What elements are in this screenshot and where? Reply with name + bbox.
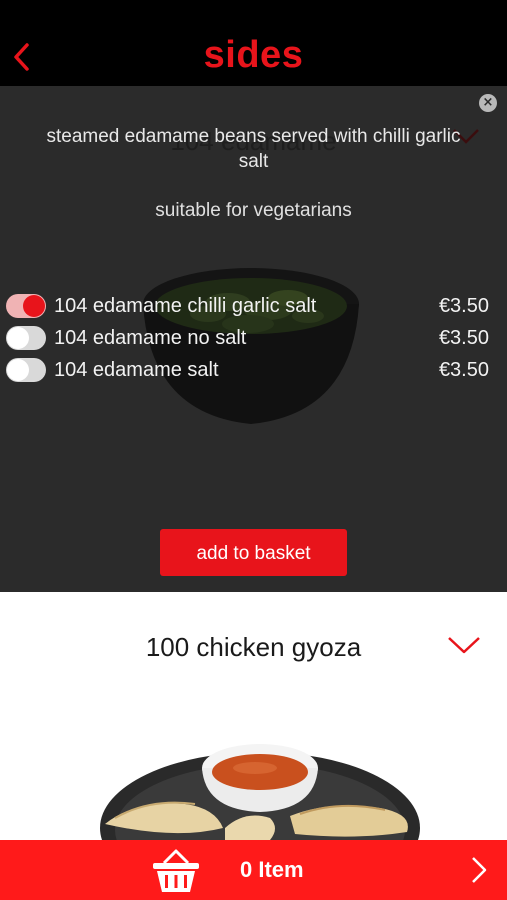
toggle-knob xyxy=(7,359,29,381)
chevron-down-icon[interactable] xyxy=(447,634,481,656)
option-toggle[interactable] xyxy=(6,294,46,318)
add-to-basket-button[interactable]: add to basket xyxy=(160,529,347,576)
item-title[interactable]: 100 chicken gyoza xyxy=(0,632,507,663)
gyoza-photo xyxy=(95,728,425,840)
close-button[interactable]: × xyxy=(479,94,497,112)
page-title: sides xyxy=(203,34,304,76)
item-description: steamed edamame beans served with chilli… xyxy=(46,126,461,172)
toggle-knob xyxy=(23,295,45,317)
option-label: 104 edamame salt xyxy=(54,358,219,381)
option-price: €3.50 xyxy=(438,326,489,349)
option-row[interactable]: 104 edamame chilli garlic salt €3.50 xyxy=(6,291,489,321)
app-header: sides xyxy=(0,0,507,86)
basket-bar[interactable]: 0 Item xyxy=(0,840,507,900)
option-label: 104 edamame no salt xyxy=(54,326,247,349)
option-toggle[interactable] xyxy=(6,326,46,350)
item-options-panel: 104 edamame × steamed edamame beans serv… xyxy=(0,86,507,592)
option-toggle[interactable] xyxy=(6,358,46,382)
toggle-knob xyxy=(7,327,29,349)
basket-item-count: 0 Item xyxy=(240,857,304,882)
dietary-note: suitable for vegetarians xyxy=(155,200,352,221)
basket-icon[interactable] xyxy=(150,847,202,895)
close-icon: × xyxy=(482,95,494,110)
option-row[interactable]: 104 edamame salt €3.50 xyxy=(6,355,489,385)
chevron-right-icon[interactable] xyxy=(470,856,488,884)
option-label: 104 edamame chilli garlic salt xyxy=(54,294,317,317)
option-price: €3.50 xyxy=(438,294,489,317)
option-row[interactable]: 104 edamame no salt €3.50 xyxy=(6,323,489,353)
option-price: €3.50 xyxy=(438,358,489,381)
